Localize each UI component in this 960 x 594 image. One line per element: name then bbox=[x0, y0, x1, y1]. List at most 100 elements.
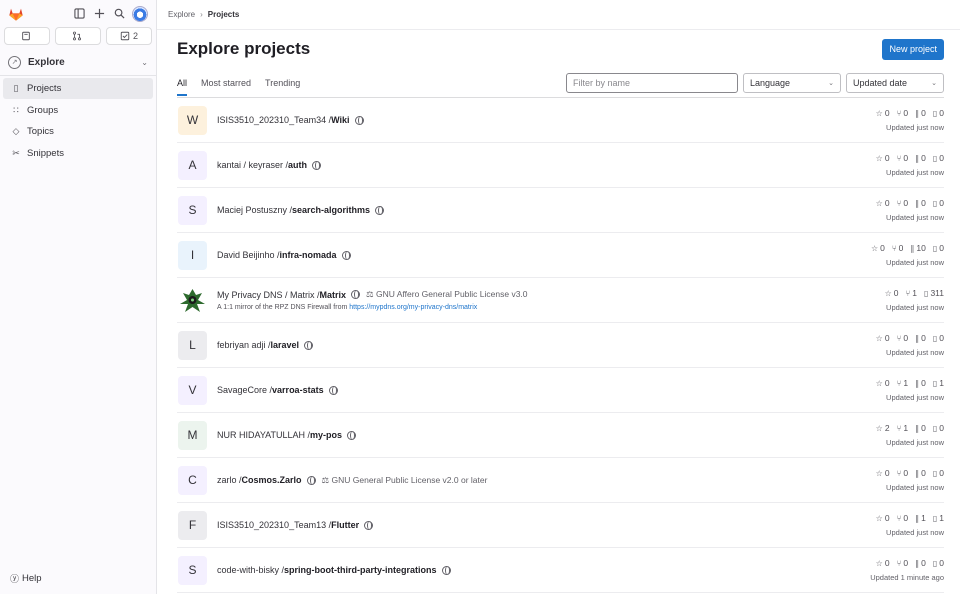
forks-stat[interactable]: ⑂ 0 bbox=[897, 333, 909, 343]
stars-stat[interactable]: ☆ 0 bbox=[871, 243, 885, 253]
new-project-button[interactable]: New project bbox=[882, 38, 944, 60]
stars-stat[interactable]: ☆ 0 bbox=[876, 153, 890, 163]
breadcrumb-explore-link[interactable]: Explore bbox=[168, 10, 195, 19]
stars-stat[interactable]: ☆ 2 bbox=[876, 423, 890, 433]
project-name[interactable]: Wiki bbox=[331, 115, 349, 125]
project-namespace[interactable]: ISIS3510_202310_Team13 / bbox=[217, 520, 331, 530]
stars-stat[interactable]: ☆ 0 bbox=[876, 558, 890, 568]
project-namespace[interactable]: SavageCore / bbox=[217, 385, 272, 395]
sidebar-item-topics[interactable]: ◇ Topics bbox=[3, 121, 153, 142]
project-name[interactable]: my-pos bbox=[310, 430, 342, 440]
merge-requests-count-button[interactable] bbox=[55, 27, 101, 45]
issues-stat[interactable]: ▯ 0 bbox=[933, 243, 944, 253]
forks-stat[interactable]: ⑂ 1 bbox=[897, 378, 909, 388]
issues-stat[interactable]: ▯ 0 bbox=[933, 558, 944, 568]
project-namespace[interactable]: My Privacy DNS / Matrix / bbox=[217, 290, 320, 300]
project-namespace[interactable]: David Beijinho / bbox=[217, 250, 280, 260]
language-dropdown[interactable]: Language ⌄ bbox=[743, 73, 841, 93]
project-name[interactable]: Cosmos.Zarlo bbox=[242, 475, 302, 485]
project-name[interactable]: spring-boot-third-party-integrations bbox=[284, 565, 437, 575]
project-avatar[interactable]: A bbox=[178, 150, 207, 180]
issues-stat[interactable]: ▯ 0 bbox=[933, 198, 944, 208]
project-avatar[interactable]: F bbox=[178, 510, 207, 540]
gitlab-logo-icon[interactable] bbox=[8, 6, 24, 22]
project-namespace[interactable]: kantai / keyraser / bbox=[217, 160, 288, 170]
project-name[interactable]: Matrix bbox=[320, 290, 347, 300]
sidebar-item-snippets[interactable]: ✂ Snippets bbox=[3, 143, 153, 164]
stars-stat[interactable]: ☆ 0 bbox=[876, 108, 890, 118]
project-avatar[interactable]: C bbox=[178, 465, 207, 495]
filter-by-name-input[interactable] bbox=[566, 73, 738, 93]
forks-stat[interactable]: ⑂ 0 bbox=[897, 108, 909, 118]
forks-stat[interactable]: ⑂ 0 bbox=[897, 468, 909, 478]
forks-stat[interactable]: ⑂ 0 bbox=[892, 243, 904, 253]
stars-stat[interactable]: ☆ 0 bbox=[876, 198, 890, 208]
project-name[interactable]: laravel bbox=[271, 340, 300, 350]
stars-stat[interactable]: ☆ 0 bbox=[876, 333, 890, 343]
project-name[interactable]: varroa-stats bbox=[272, 385, 324, 395]
merge-requests-stat[interactable]: ∥ 1 bbox=[915, 513, 926, 523]
breadcrumb-current[interactable]: Projects bbox=[208, 10, 240, 19]
sidebar-toggle-icon[interactable] bbox=[69, 4, 89, 24]
merge-requests-stat[interactable]: ∥ 0 bbox=[915, 153, 926, 163]
tab-most-starred[interactable]: Most starred bbox=[201, 70, 251, 96]
issues-stat[interactable]: ▯ 0 bbox=[933, 468, 944, 478]
stars-stat[interactable]: ☆ 0 bbox=[885, 288, 899, 298]
merge-requests-stat[interactable]: ∥ 0 bbox=[915, 558, 926, 568]
issues-stat[interactable]: ▯ 311 bbox=[924, 288, 944, 298]
merge-requests-stat[interactable]: ∥ 0 bbox=[915, 333, 926, 343]
project-name[interactable]: Flutter bbox=[331, 520, 359, 530]
help-button[interactable]: ⓨ Help bbox=[10, 572, 42, 585]
project-avatar[interactable]: V bbox=[178, 375, 207, 405]
issues-stat[interactable]: ▯ 1 bbox=[933, 513, 944, 523]
todos-count-button[interactable]: 2 bbox=[106, 27, 152, 45]
issues-stat[interactable]: ▯ 0 bbox=[933, 108, 944, 118]
issues-count-button[interactable] bbox=[4, 27, 50, 45]
user-avatar[interactable] bbox=[132, 5, 148, 22]
forks-stat[interactable]: ⑂ 0 bbox=[897, 198, 909, 208]
project-avatar[interactable]: M bbox=[178, 420, 207, 450]
merge-requests-stat[interactable]: ∥ 0 bbox=[915, 198, 926, 208]
forks-stat[interactable]: ⑂ 0 bbox=[897, 513, 909, 523]
project-avatar[interactable]: S bbox=[178, 555, 207, 585]
issues-stat[interactable]: ▯ 0 bbox=[933, 423, 944, 433]
merge-requests-stat[interactable]: ∥ 0 bbox=[915, 423, 926, 433]
project-avatar[interactable]: L bbox=[178, 330, 207, 360]
issues-stat[interactable]: ▯ 1 bbox=[933, 378, 944, 388]
tab-all[interactable]: All bbox=[177, 70, 188, 96]
sidebar-item-projects[interactable]: ▯ Projects bbox=[3, 78, 153, 99]
forks-stat[interactable]: ⑂ 1 bbox=[897, 423, 909, 433]
context-switcher[interactable]: ↗ Explore ⌄ bbox=[4, 52, 152, 72]
stars-stat[interactable]: ☆ 0 bbox=[876, 378, 890, 388]
plus-icon[interactable] bbox=[89, 4, 109, 24]
project-name[interactable]: auth bbox=[288, 160, 307, 170]
project-avatar[interactable]: I bbox=[178, 240, 207, 270]
sidebar-item-groups[interactable]: ∷ Groups bbox=[3, 100, 153, 121]
project-namespace[interactable]: NUR HIDAYATULLAH / bbox=[217, 430, 310, 440]
merge-requests-stat[interactable]: ∥ 10 bbox=[910, 243, 925, 253]
project-namespace[interactable]: ISIS3510_202310_Team34 / bbox=[217, 115, 331, 125]
issues-stat[interactable]: ▯ 0 bbox=[933, 333, 944, 343]
merge-requests-stat[interactable]: ∥ 0 bbox=[915, 378, 926, 388]
project-namespace[interactable]: code-with-bisky / bbox=[217, 565, 284, 575]
project-namespace[interactable]: zarlo / bbox=[217, 475, 242, 485]
project-name[interactable]: infra-nomada bbox=[280, 250, 337, 260]
forks-stat[interactable]: ⑂ 1 bbox=[905, 288, 917, 298]
sort-dropdown[interactable]: Updated date ⌄ bbox=[846, 73, 944, 93]
search-icon[interactable] bbox=[109, 4, 129, 24]
project-name[interactable]: search-algorithms bbox=[292, 205, 370, 215]
project-avatar[interactable]: W bbox=[178, 105, 207, 135]
tab-trending[interactable]: Trending bbox=[265, 70, 300, 96]
project-namespace[interactable]: Maciej Postuszny / bbox=[217, 205, 292, 215]
forks-stat[interactable]: ⑂ 0 bbox=[897, 153, 909, 163]
merge-requests-stat[interactable]: ∥ 0 bbox=[915, 108, 926, 118]
stars-stat[interactable]: ☆ 0 bbox=[876, 513, 890, 523]
forks-stat[interactable]: ⑂ 0 bbox=[897, 558, 909, 568]
project-namespace[interactable]: febriyan adji / bbox=[217, 340, 271, 350]
merge-requests-stat[interactable]: ∥ 0 bbox=[915, 468, 926, 478]
project-avatar[interactable] bbox=[178, 285, 207, 315]
project-avatar[interactable]: S bbox=[178, 195, 207, 225]
stars-stat[interactable]: ☆ 0 bbox=[876, 468, 890, 478]
issues-stat[interactable]: ▯ 0 bbox=[933, 153, 944, 163]
project-description-link[interactable]: https://mypdns.org/my-privacy-dns/matrix bbox=[349, 304, 477, 311]
